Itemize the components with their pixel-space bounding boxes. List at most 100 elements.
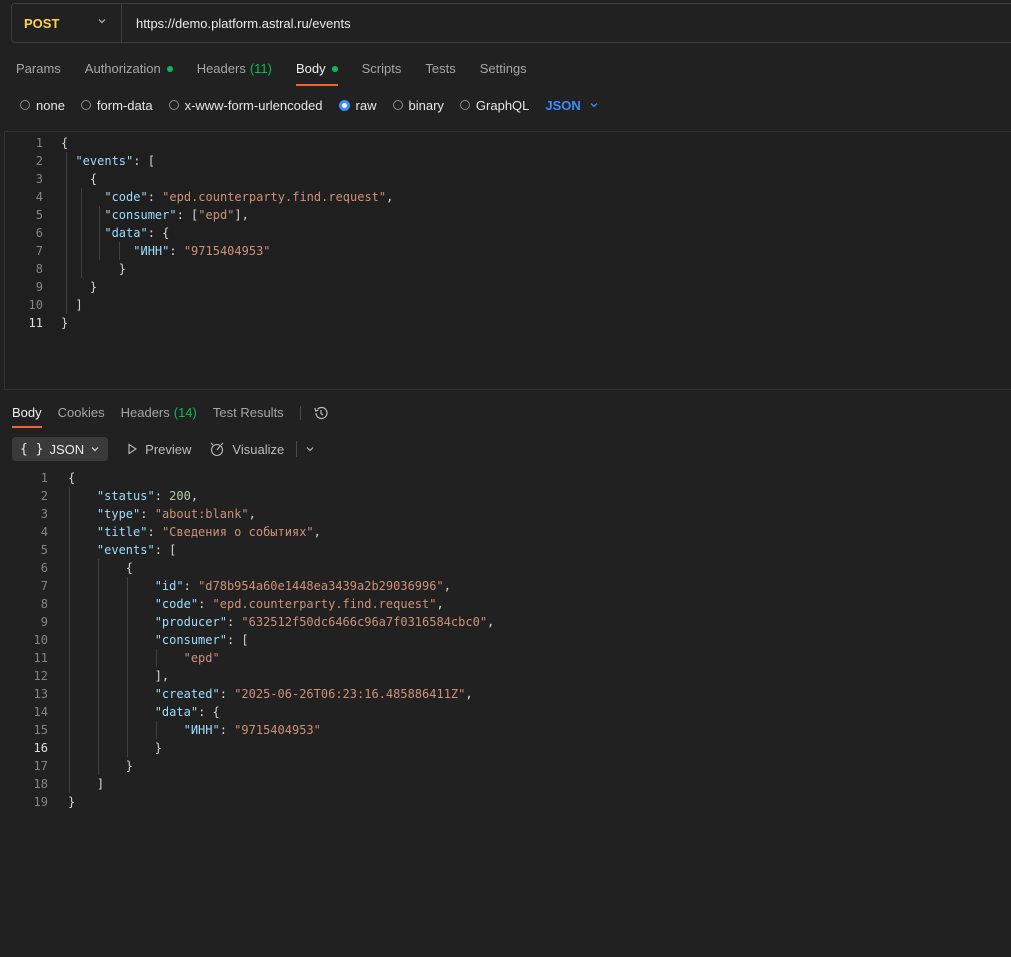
line-number: 10 [33,633,48,647]
preview-label: Preview [145,441,192,457]
line-number: 6 [35,226,43,240]
code-token: : [219,687,235,701]
code-token: : [ [176,208,199,222]
code-line: } [68,793,75,811]
code-line: "title": "Сведения о событиях", [68,523,321,541]
response-body-viewer[interactable]: 1 {2 "status": 200, 3 "type": "about:blank… [0,469,1011,829]
code-line: { [61,134,68,152]
tab-count: (11) [249,61,272,76]
line-number: 12 [33,669,48,683]
history-button[interactable] [313,405,329,424]
code-line: "code": "epd.counterparty.find.request", [61,188,393,206]
tab-label: Settings [479,61,527,76]
tab-params[interactable]: Params [16,60,61,86]
body-type-binary[interactable]: binary [392,97,444,113]
visualize-label: Visualize [232,441,285,457]
indent-guide [127,577,128,757]
code-token: : [183,579,199,593]
code-token: "epd.counterparty.find.request" [162,190,387,204]
code-token: , [487,615,495,629]
code-line: ], [68,667,169,685]
line-number: 14 [33,705,48,719]
code-token: "9715404953" [234,723,321,737]
response-tab-headers[interactable]: Headers (14) [121,404,197,428]
body-type-x-www-form-urlencoded[interactable]: x-www-form-urlencoded [168,97,323,113]
line-number: 8 [40,597,48,611]
code-line: { [68,469,75,487]
response-tab-test-results[interactable]: Test Results [213,404,284,428]
tab-headers[interactable]: Headers (11) [197,60,272,86]
code-token: : [147,525,162,539]
response-tab-body[interactable]: Body [12,404,42,428]
url-input[interactable]: https://demo.platform.astral.ru/events [122,16,351,31]
tab-label: Headers [196,61,246,76]
code-token: { [68,561,134,575]
response-format-dropdown[interactable]: { } JSON [12,437,109,461]
code-line: "code": "epd.counterparty.find.request", [68,595,444,613]
line-number: 2 [35,154,43,168]
body-type-raw[interactable]: raw [338,98,377,113]
line-number: 1 [40,471,48,485]
radio-label: binary [408,97,444,113]
code-line: ] [68,775,104,793]
request-body-editor[interactable]: 1{2 "events": [3 {4 "code": "epd.counter… [4,131,1011,390]
tab-tests[interactable]: Tests [425,60,455,86]
tab-body[interactable]: Body [295,60,338,86]
body-type-form-data[interactable]: form-data [80,98,153,113]
body-format-dropdown[interactable]: JSON [545,98,598,113]
history-icon [314,406,328,420]
tab-settings[interactable]: Settings [480,60,527,86]
chevron-down-icon [590,103,598,108]
code-line: "id": "d78b954a60e1448ea3439a2b29036996"… [68,577,451,595]
method-label: POST [24,15,60,31]
tab-authorization[interactable]: Authorization [85,60,173,86]
chevron-down-icon [98,19,106,24]
divider [296,441,298,457]
code-token: "632512f50dc6466c96a7f0316584cbc0" [241,615,488,629]
code-token: , [190,489,199,503]
code-line: } [61,260,126,278]
radio-icon [338,99,350,111]
response-tab-cookies[interactable]: Cookies [58,404,105,428]
code-token: 200 [169,489,191,503]
play-icon [128,443,138,455]
visualize-options-dropdown[interactable] [305,444,315,454]
tab-label: Authorization [84,61,161,76]
indent-guide [66,152,67,314]
code-line: "events": [ [61,152,155,170]
tab-scripts[interactable]: Scripts [362,60,402,86]
radio-icon [80,100,91,110]
code-token: : [ [226,633,249,647]
code-token: : [ [133,154,155,168]
line-number: 4 [35,190,43,204]
response-format-label: JSON [49,441,85,457]
body-type-none[interactable]: none [20,98,65,113]
line-number: 16 [33,741,48,755]
code-token: , [436,597,444,611]
visualize-button[interactable]: Visualize [209,441,284,457]
code-token: : [219,723,235,737]
code-line: "type": "about:blank", [68,505,256,523]
code-token: } [61,262,127,276]
body-type-graphql[interactable]: GraphQL [459,98,529,113]
line-number: 18 [33,777,48,791]
code-token: { [61,136,69,150]
radio-label: none [36,97,65,113]
line-number: 7 [40,579,48,593]
code-line: "created": "2025-06-26T06:23:16.48588641… [68,685,473,703]
body-type-radios: none form-data x-www-form-urlencoded raw bin… [20,96,599,114]
method-selector[interactable]: POST [12,4,122,42]
line-number: 19 [33,795,48,809]
preview-button[interactable]: Preview [126,442,191,457]
code-line: } [61,314,68,332]
code-line: ] [61,296,82,314]
line-number: 2 [40,489,48,503]
code-line: "ИНН": "9715404953" [61,242,270,260]
radio-label: x-www-form-urlencoded [184,97,323,113]
line-number: 8 [35,262,43,276]
